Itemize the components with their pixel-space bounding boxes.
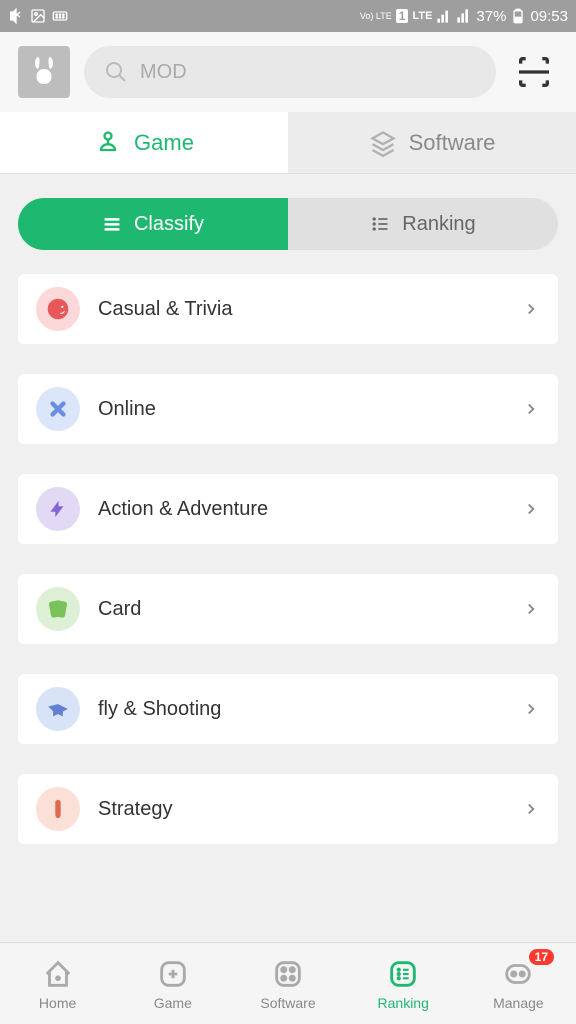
nav-manage[interactable]: Manage 17 xyxy=(461,943,576,1024)
nav-label: Software xyxy=(260,995,315,1011)
category-item[interactable]: fly & Shooting xyxy=(18,674,558,744)
subtab-ranking[interactable]: Ranking xyxy=(288,198,558,250)
category-list: Casual & Trivia Online Action & Adventur… xyxy=(0,274,576,844)
nav-software[interactable]: Software xyxy=(230,943,345,1024)
nav-label: Home xyxy=(39,995,76,1011)
category-icon xyxy=(36,687,80,731)
status-right: Vo) LTE 1 LTE 37% 09:53 xyxy=(360,8,568,25)
nav-label: Game xyxy=(154,995,192,1011)
subtab-classify[interactable]: Classify xyxy=(18,198,288,250)
app-logo[interactable] xyxy=(18,46,70,98)
tab-game-label: Game xyxy=(134,130,194,156)
chevron-right-icon xyxy=(522,600,540,618)
battery-text: 37% xyxy=(476,8,506,25)
category-label: Casual & Trivia xyxy=(98,298,504,321)
search-input[interactable]: MOD xyxy=(84,46,496,98)
tab-software-label: Software xyxy=(409,130,496,156)
sub-tabs: Classify Ranking xyxy=(0,174,576,274)
list-icon xyxy=(370,214,390,234)
chevron-right-icon xyxy=(522,800,540,818)
nav-home[interactable]: Home xyxy=(0,943,115,1024)
keyboard-icon xyxy=(52,8,68,24)
signal-icon xyxy=(436,8,452,24)
subtab-ranking-label: Ranking xyxy=(402,213,475,236)
bottom-nav: Home Game Software Ranking Manage 17 xyxy=(0,942,576,1024)
sim-indicator: 1 xyxy=(396,9,409,23)
lte-indicator: LTE xyxy=(412,10,432,22)
category-label: Action & Adventure xyxy=(98,498,504,521)
chevron-right-icon xyxy=(522,500,540,518)
category-icon xyxy=(36,387,80,431)
nav-game[interactable]: Game xyxy=(115,943,230,1024)
main-tabs: Game Software xyxy=(0,112,576,174)
category-item[interactable]: Action & Adventure xyxy=(18,474,558,544)
chevron-right-icon xyxy=(522,700,540,718)
category-icon xyxy=(36,287,80,331)
gamepad-icon xyxy=(94,129,122,157)
rabbit-icon xyxy=(26,54,62,90)
scan-icon xyxy=(514,52,554,92)
category-item[interactable]: Casual & Trivia xyxy=(18,274,558,344)
image-icon xyxy=(30,8,46,24)
category-icon xyxy=(36,587,80,631)
subtab-classify-label: Classify xyxy=(134,213,204,236)
category-label: Card xyxy=(98,598,504,621)
category-item[interactable]: Strategy xyxy=(18,774,558,844)
scan-button[interactable] xyxy=(510,48,558,96)
search-placeholder: MOD xyxy=(140,61,187,84)
classify-icon xyxy=(102,214,122,234)
category-label: Online xyxy=(98,398,504,421)
nav-icon xyxy=(386,957,420,991)
category-label: Strategy xyxy=(98,798,504,821)
header: MOD xyxy=(0,32,576,112)
status-bar: Vo) LTE 1 LTE 37% 09:53 xyxy=(0,0,576,32)
tab-software[interactable]: Software xyxy=(288,112,576,173)
nav-badge: 17 xyxy=(529,949,554,965)
category-item[interactable]: Card xyxy=(18,574,558,644)
layers-icon xyxy=(369,129,397,157)
nav-label: Manage xyxy=(493,995,544,1011)
nav-icon xyxy=(156,957,190,991)
signal-icon-2 xyxy=(456,8,472,24)
category-label: fly & Shooting xyxy=(98,698,504,721)
tab-game[interactable]: Game xyxy=(0,112,288,173)
search-icon xyxy=(104,60,128,84)
nav-ranking[interactable]: Ranking xyxy=(346,943,461,1024)
chevron-right-icon xyxy=(522,300,540,318)
battery-icon xyxy=(510,8,526,24)
muted-icon xyxy=(8,8,24,24)
clock-text: 09:53 xyxy=(530,8,568,25)
nav-icon xyxy=(271,957,305,991)
nav-label: Ranking xyxy=(378,995,429,1011)
category-icon xyxy=(36,487,80,531)
category-icon xyxy=(36,787,80,831)
nav-icon xyxy=(41,957,75,991)
chevron-right-icon xyxy=(522,400,540,418)
volte-indicator: Vo) LTE xyxy=(360,12,392,21)
status-left xyxy=(8,8,68,24)
category-item[interactable]: Online xyxy=(18,374,558,444)
